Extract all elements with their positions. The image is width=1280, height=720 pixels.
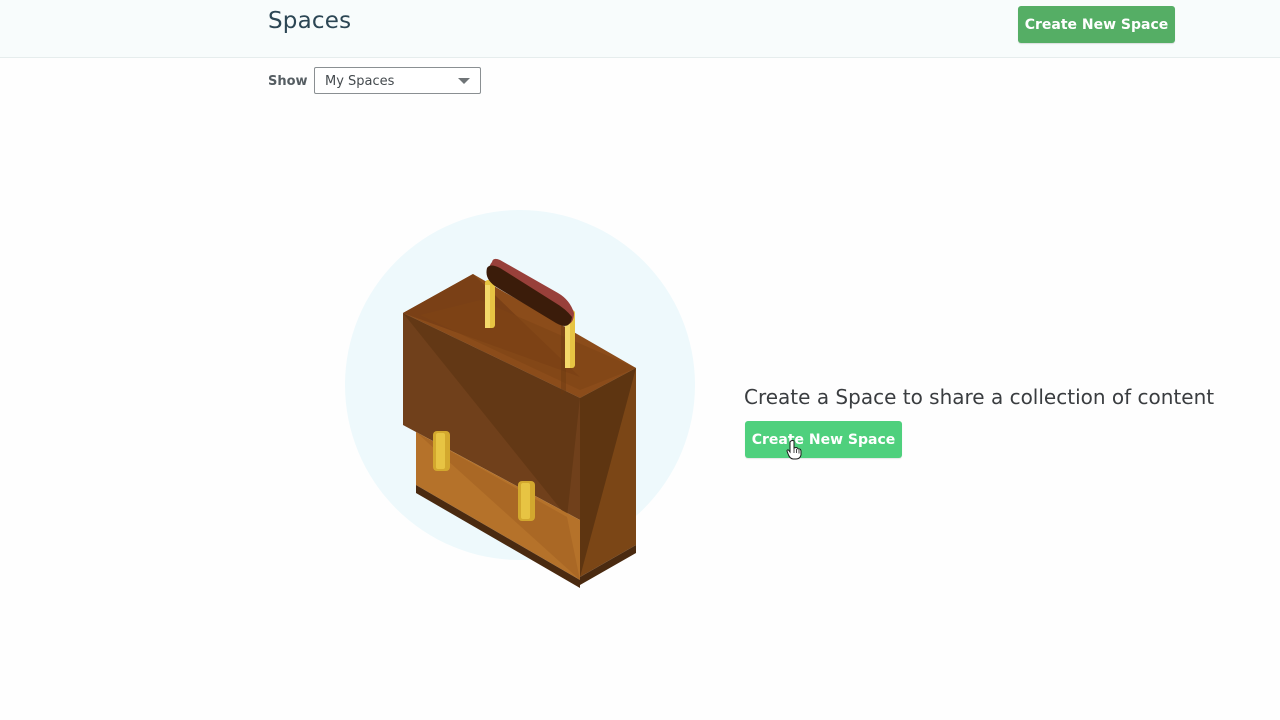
create-new-space-header-button[interactable]: Create New Space [1018, 6, 1175, 43]
show-filter-selected-value: My Spaces [325, 74, 395, 89]
briefcase-illustration [345, 210, 695, 588]
page-title: Spaces [268, 8, 352, 34]
chevron-down-icon [458, 78, 470, 84]
show-filter-select[interactable]: My Spaces [314, 67, 481, 94]
page-header: Spaces Create New Space [0, 0, 1280, 58]
create-new-space-button[interactable]: Create New Space [745, 421, 902, 458]
show-filter-label: Show [268, 74, 308, 89]
empty-state-message: Create a Space to share a collection of … [744, 385, 1215, 409]
